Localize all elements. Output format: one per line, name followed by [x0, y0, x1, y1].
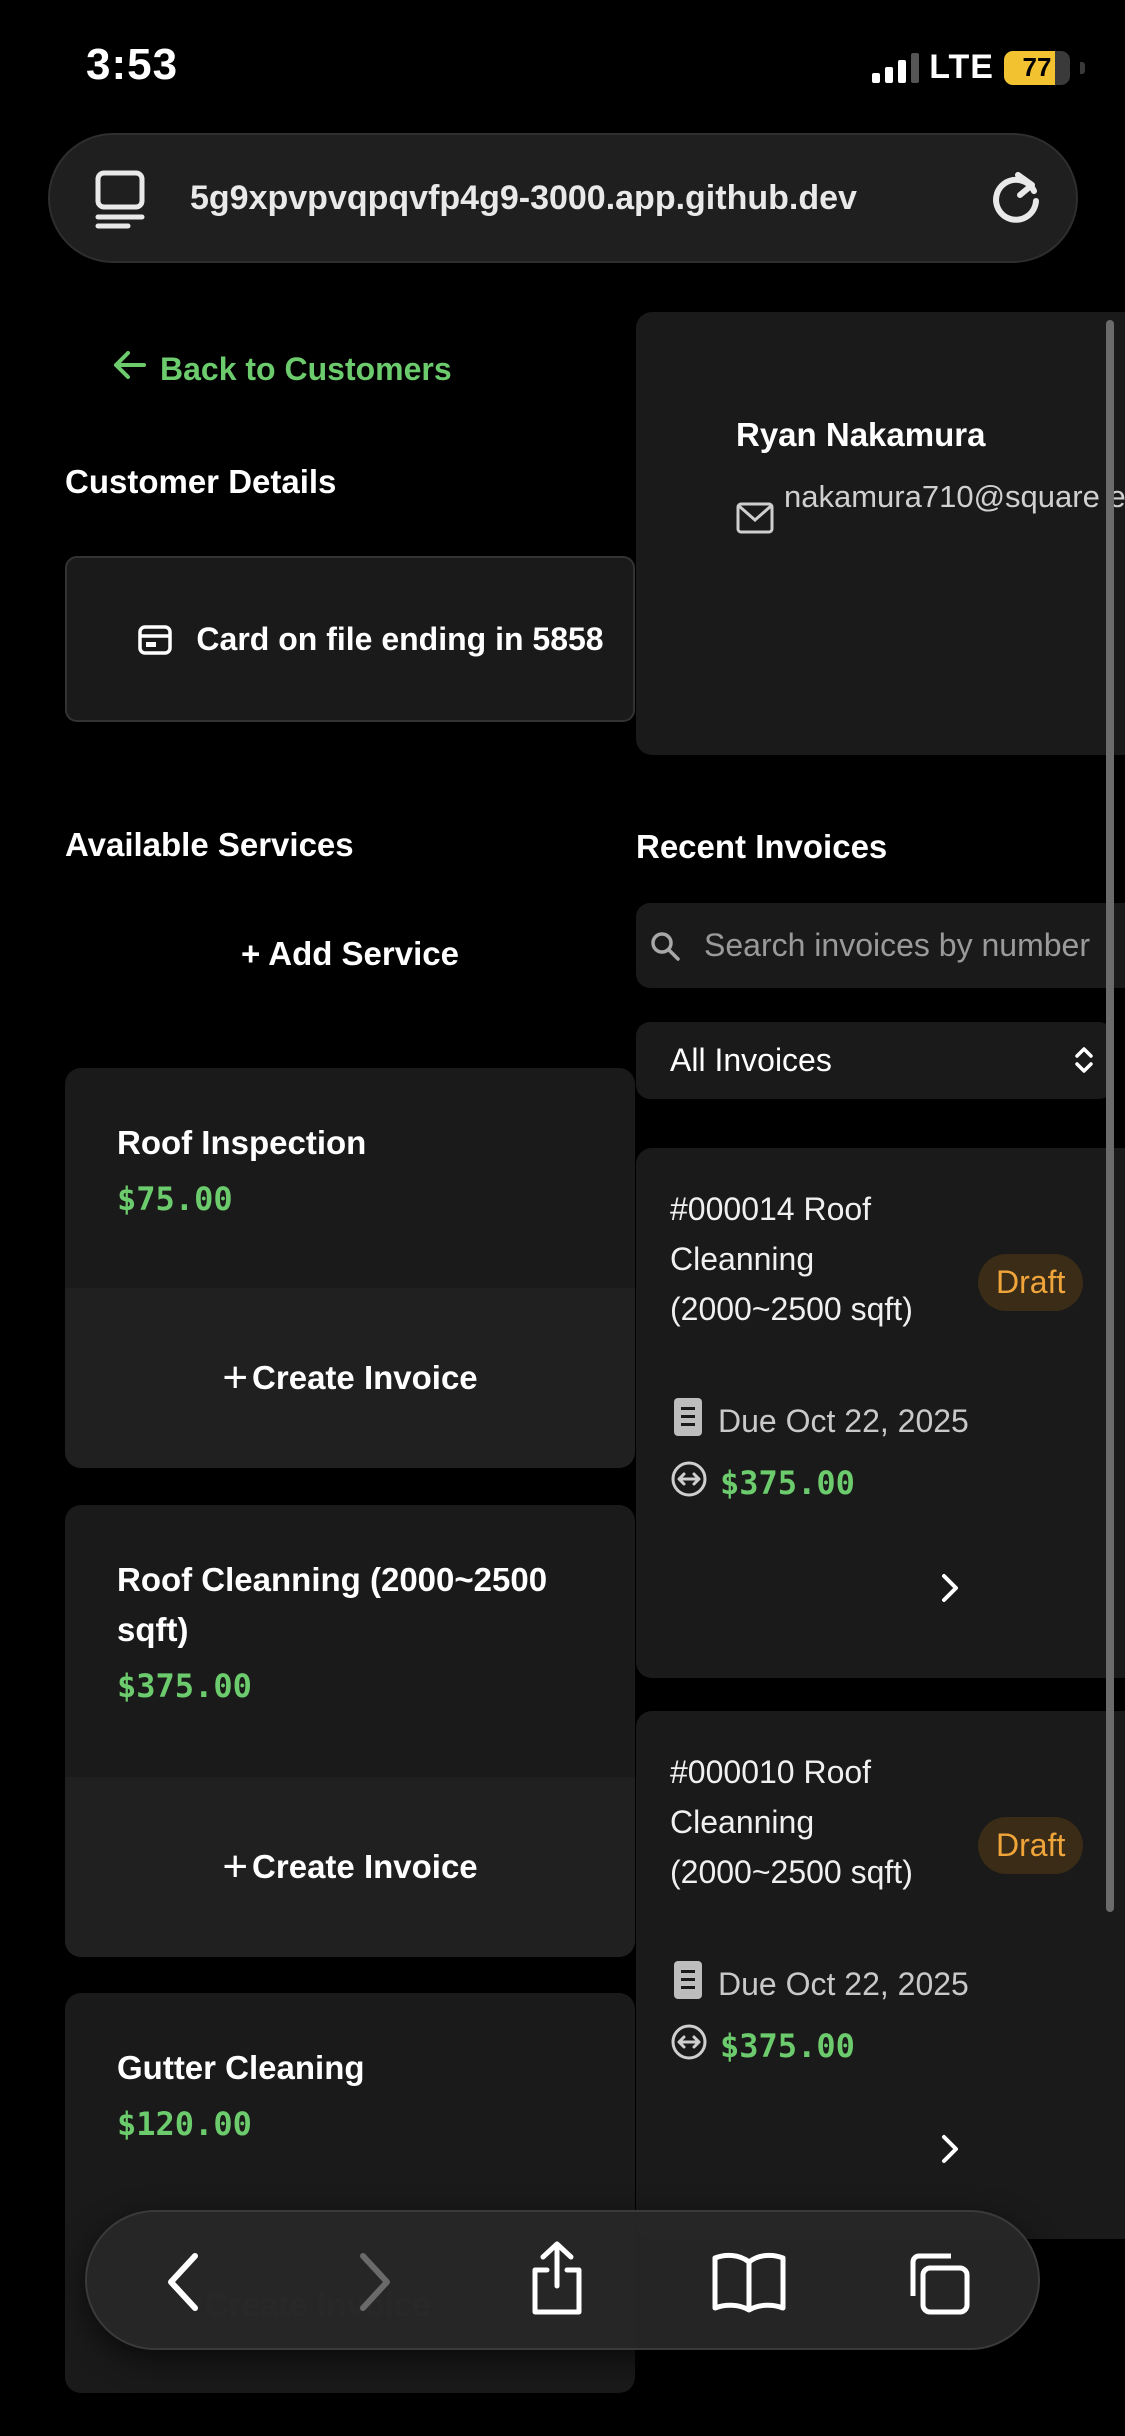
service-name: Roof Inspection: [117, 1124, 367, 1161]
add-service-button[interactable]: + Add Service: [65, 935, 635, 973]
invoice-amount: $375.00: [720, 2027, 855, 2065]
customer-email[interactable]: nakamura710@square example.com: [784, 472, 1125, 522]
bookmarks-icon[interactable]: [711, 2248, 787, 2319]
search-icon: [648, 929, 682, 968]
plus-icon: +: [241, 935, 269, 972]
back-to-customers-link[interactable]: Back to Customers: [110, 345, 452, 393]
scrollbar[interactable]: [1106, 320, 1114, 1912]
exchange-icon: [670, 2023, 708, 2069]
plus-icon: +: [222, 1842, 249, 1891]
chevron-right-icon[interactable]: [934, 2131, 964, 2172]
address-bar[interactable]: 5g9xpvpvqpqvfp4g9-3000.app.github.dev: [48, 133, 1078, 263]
due-date: Due Oct 22, 2025: [718, 1402, 969, 1439]
due-date: Due Oct 22, 2025: [718, 1965, 969, 2002]
credit-card-icon: [137, 622, 173, 663]
invoice-amount: $375.00: [720, 1464, 855, 1502]
plus-icon: +: [222, 1353, 249, 1402]
invoice-filter-select[interactable]: All Invoices: [636, 1022, 1113, 1099]
create-invoice-label: Create Invoice: [252, 1359, 478, 1396]
customer-name: Ryan Nakamura: [736, 416, 986, 453]
service-name: Roof Cleanning (2000~2500 sqft): [117, 1561, 548, 1648]
share-icon[interactable]: [527, 2240, 587, 2321]
chevron-right-icon[interactable]: [934, 1570, 964, 1611]
customer-profile-card: Ryan Nakamura nakamura710@square example…: [636, 312, 1125, 755]
add-service-label: Add Service: [268, 935, 459, 972]
url-text[interactable]: 5g9xpvpvqpqvfp4g9-3000.app.github.dev: [190, 135, 956, 261]
status-badge: Draft: [978, 1254, 1084, 1311]
recent-invoices-heading: Recent Invoices: [636, 828, 888, 865]
reload-icon[interactable]: [984, 165, 1048, 234]
battery-percent: 77: [1022, 52, 1052, 82]
network-label: LTE: [929, 48, 994, 86]
signal-icon: [872, 52, 920, 83]
page-menu-icon[interactable]: [92, 169, 148, 234]
mail-icon: [736, 502, 774, 539]
status-time: 3:53: [86, 40, 179, 89]
service-price: $375.00: [117, 1667, 252, 1705]
invoice-search[interactable]: [636, 903, 1125, 988]
status-indicators: LTE 77: [872, 48, 1085, 87]
invoice-card[interactable]: #000014 Roof Cleanning (2000~2500 sqft) …: [636, 1148, 1125, 1678]
tabs-icon[interactable]: [903, 2248, 973, 2323]
invoice-amount-row: $375.00: [670, 2023, 855, 2069]
invoice-amount-row: $375.00: [670, 1460, 855, 1506]
battery-icon: 77: [1004, 50, 1070, 85]
service-card: Roof Cleanning (2000~2500 sqft) $375.00 …: [65, 1505, 635, 1957]
available-services-heading: Available Services: [65, 826, 354, 863]
invoice-title: #000010 Roof Cleanning (2000~2500 sqft): [670, 1754, 913, 1890]
card-on-file: Card on file ending in 5858: [65, 556, 635, 722]
invoice-due: Due Oct 22, 2025: [674, 1961, 969, 2007]
forward-icon[interactable]: [349, 2248, 399, 2321]
service-card: Roof Inspection $75.00 + Create Invoice: [65, 1068, 635, 1468]
create-invoice-button[interactable]: + Create Invoice: [65, 1288, 635, 1468]
customer-details-heading: Customer Details: [65, 463, 337, 500]
search-input[interactable]: [704, 903, 1125, 988]
browser-toolbar: [85, 2210, 1040, 2350]
filter-selected-value: All Invoices: [670, 1042, 832, 1078]
create-invoice-button[interactable]: + Create Invoice: [65, 1777, 635, 1957]
service-price: $120.00: [117, 2105, 252, 2143]
arrow-left-icon: [110, 345, 150, 393]
back-icon[interactable]: [159, 2248, 209, 2321]
exchange-icon: [670, 1460, 708, 1506]
chevron-up-down-icon: [1069, 1044, 1099, 1084]
card-on-file-text: Card on file ending in 5858: [196, 621, 604, 657]
invoice-due: Due Oct 22, 2025: [674, 1398, 969, 1444]
document-icon: [674, 1398, 702, 1444]
invoice-card[interactable]: #000010 Roof Cleanning (2000~2500 sqft) …: [636, 1711, 1125, 2239]
create-invoice-label: Create Invoice: [252, 1848, 478, 1885]
back-link-label: Back to Customers: [160, 350, 452, 387]
service-name: Gutter Cleaning: [117, 2049, 365, 2086]
service-price: $75.00: [117, 1180, 233, 1218]
invoice-title: #000014 Roof Cleanning (2000~2500 sqft): [670, 1191, 913, 1327]
status-badge: Draft: [978, 1817, 1084, 1874]
document-icon: [674, 1961, 702, 2007]
